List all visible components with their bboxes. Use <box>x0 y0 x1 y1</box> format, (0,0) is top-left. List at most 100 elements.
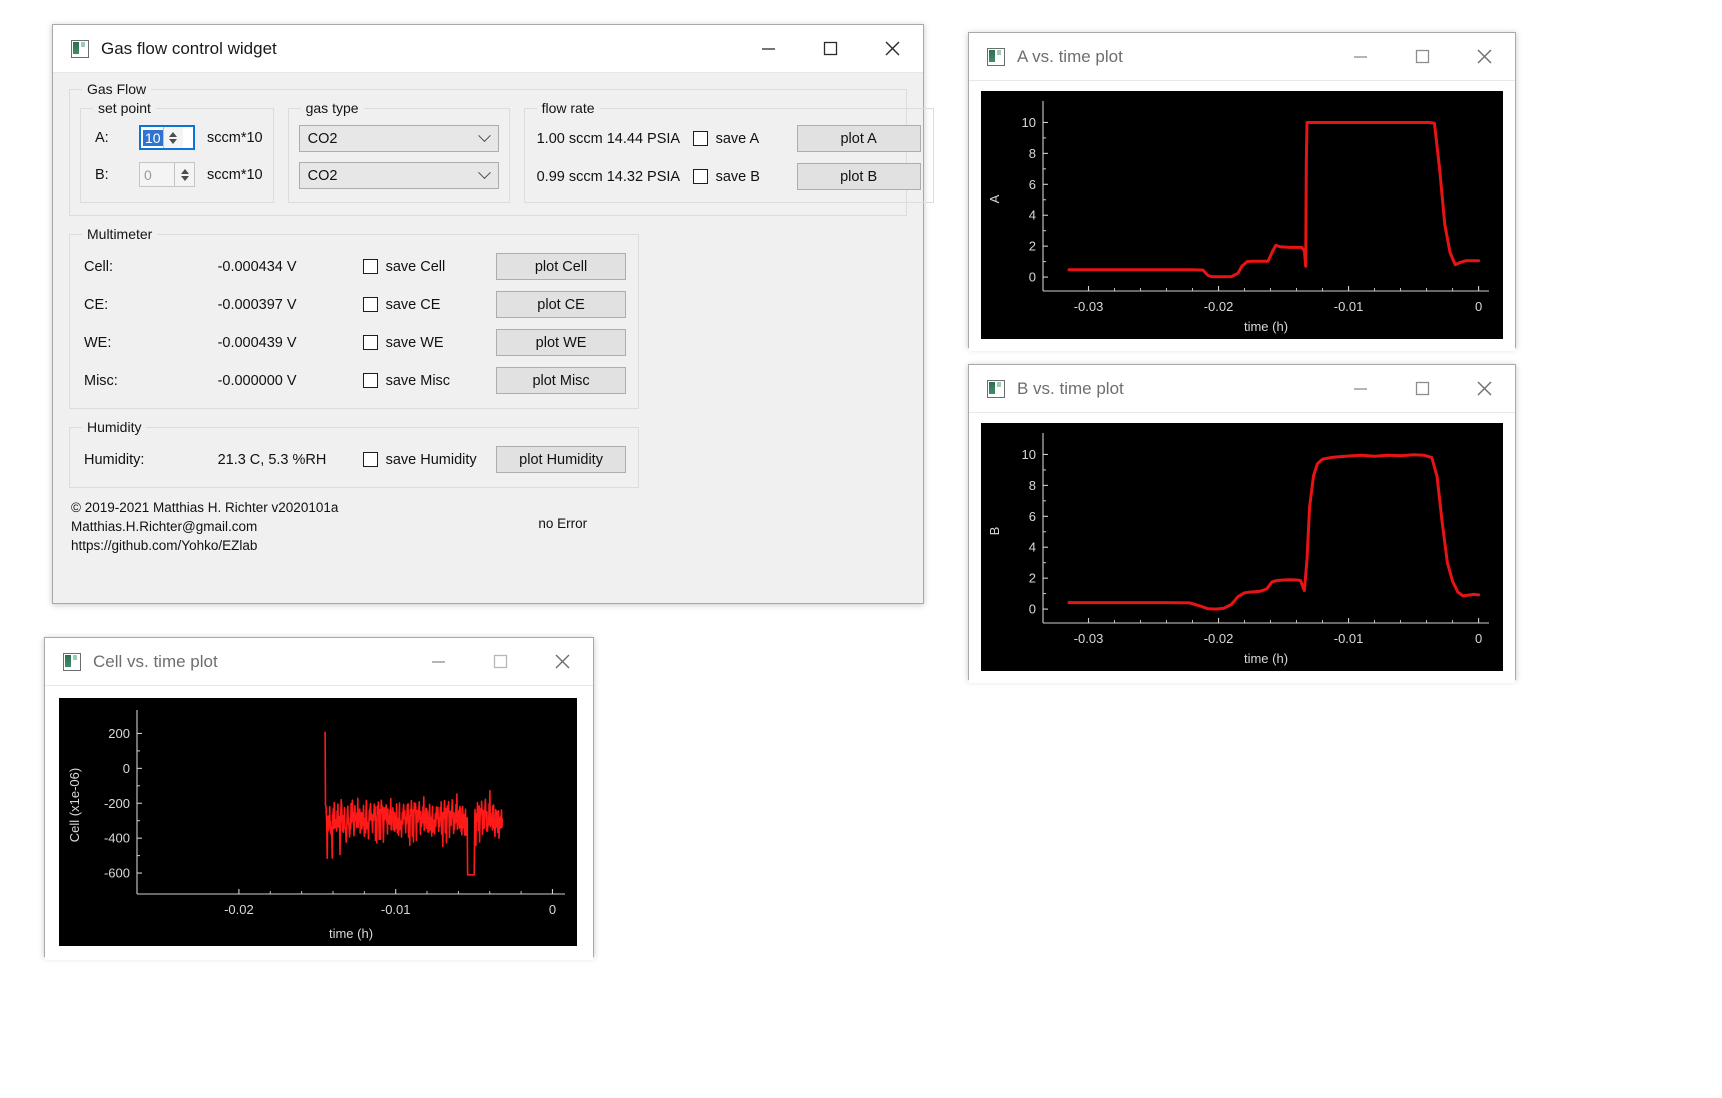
save-ce-checkbox-wrap[interactable]: save CE <box>362 296 497 313</box>
save-a-checkbox-wrap[interactable]: save A <box>692 130 797 147</box>
svg-text:A: A <box>987 194 1002 203</box>
svg-text:6: 6 <box>1029 177 1036 192</box>
multimeter-name-we: WE: <box>84 334 112 351</box>
plot-cell-button[interactable]: plot Cell <box>496 253 626 280</box>
save-a-checkbox[interactable] <box>692 131 708 146</box>
save-misc-checkbox-wrap[interactable]: save Misc <box>362 373 497 389</box>
main-body: Gas Flow set point A: 10 sccm*10 B: 0 sc… <box>53 81 934 565</box>
close-icon[interactable] <box>531 638 593 685</box>
gas-flow-group: Gas Flow set point A: 10 sccm*10 B: 0 sc… <box>69 81 934 216</box>
plot-b-button[interactable]: plot B <box>796 163 921 190</box>
set-point-label-b: B: <box>95 166 109 183</box>
close-icon[interactable] <box>1453 33 1515 80</box>
svg-text:0: 0 <box>123 761 130 776</box>
save-a-label: save A <box>715 130 760 147</box>
humidity-value: 21.3 C, 5.3 %RH <box>217 451 327 468</box>
set-point-stepper-a[interactable] <box>162 127 183 148</box>
save-cell-label: save Cell <box>385 258 446 275</box>
gas-type-value-a: CO2 <box>307 130 338 147</box>
svg-text:-0.02: -0.02 <box>1204 631 1234 646</box>
table-row: CE: -0.000397 V save CE plot CE <box>84 291 626 318</box>
multimeter-group: Multimeter Cell: -0.000434 V save Cell p… <box>69 226 639 409</box>
minimize-icon[interactable] <box>737 25 799 72</box>
multimeter-name-ce: CE: <box>84 296 109 313</box>
set-point-unit-b: sccm*10 <box>207 166 263 183</box>
save-cell-checkbox-wrap[interactable]: save Cell <box>362 258 497 275</box>
close-icon[interactable] <box>861 25 923 72</box>
plot-we-button[interactable]: plot WE <box>496 329 626 356</box>
set-point-input-b[interactable]: 0 <box>139 162 195 187</box>
gas-type-legend: gas type <box>300 100 364 116</box>
svg-text:10: 10 <box>1022 447 1036 462</box>
save-b-checkbox[interactable] <box>692 169 708 184</box>
plot-a-chart[interactable]: 0 2 4 6 8 10 -0.03 -0.02 -0.01 0 Atime (h) <box>981 91 1503 339</box>
gas-type-select-b[interactable]: CO2 <box>298 162 499 189</box>
maximize-icon[interactable] <box>799 25 861 72</box>
plot-cell-chart[interactable]: 200 0 -200 -400 -600 -0.02 -0.01 0 Cell (x1e-06)… <box>59 698 577 946</box>
plot-a-window[interactable]: A vs. time plot 0 2 4 6 8 10 -0.03 -0.02 -0.01 0 A… <box>968 32 1516 351</box>
flow-rate-row-a: 1.00 sccm 14.44 PSIA save A plot A <box>537 125 921 152</box>
svg-text:-0.02: -0.02 <box>1204 299 1234 314</box>
app-icon <box>71 39 89 58</box>
save-b-checkbox-wrap[interactable]: save B <box>692 168 797 185</box>
svg-text:0: 0 <box>1475 631 1482 646</box>
app-icon <box>63 652 81 671</box>
set-point-value-a[interactable]: 10 <box>143 129 163 146</box>
plot-b-title: B vs. time plot <box>1017 378 1124 398</box>
maximize-icon[interactable] <box>1391 365 1453 412</box>
table-row: Cell: -0.000434 V save Cell plot Cell <box>84 253 626 280</box>
set-point-label-a: A: <box>95 129 109 146</box>
save-humidity-checkbox-wrap[interactable]: save Humidity <box>362 452 497 468</box>
svg-text:-400: -400 <box>104 831 130 846</box>
save-misc-checkbox[interactable] <box>362 373 378 388</box>
minimize-icon[interactable] <box>1329 33 1391 80</box>
plot-b-window-controls <box>1329 365 1515 412</box>
svg-text:0: 0 <box>1475 299 1482 314</box>
plot-a-titlebar[interactable]: A vs. time plot <box>969 33 1515 81</box>
multimeter-name-cell: Cell: <box>84 258 114 275</box>
window-controls <box>737 25 923 72</box>
save-we-checkbox[interactable] <box>362 335 378 350</box>
set-point-unit-a: sccm*10 <box>207 129 263 146</box>
svg-text:B: B <box>987 527 1002 536</box>
humidity-name: Humidity: <box>84 451 145 468</box>
main-titlebar[interactable]: Gas flow control widget <box>53 25 923 73</box>
svg-text:200: 200 <box>108 726 130 741</box>
plot-b-window[interactable]: B vs. time plot 0 2 4 6 8 10 -0.03 -0.02 -0.01 0 B… <box>968 364 1516 683</box>
minimize-icon[interactable] <box>407 638 469 685</box>
save-we-checkbox-wrap[interactable]: save WE <box>362 335 497 351</box>
save-ce-label: save CE <box>385 296 441 313</box>
gas-flow-control-window[interactable]: Gas flow control widget Gas Flow set poi… <box>52 24 934 604</box>
maximize-icon[interactable] <box>469 638 531 685</box>
table-row: WE: -0.000439 V save WE plot WE <box>84 329 626 356</box>
plot-a-canvas-wrap: 0 2 4 6 8 10 -0.03 -0.02 -0.01 0 Atime (h) <box>969 81 1515 351</box>
save-humidity-checkbox[interactable] <box>362 452 378 467</box>
humidity-group: Humidity Humidity: 21.3 C, 5.3 %RH save … <box>69 419 639 488</box>
footer: © 2019-2021 Matthias H. Richter v2020101… <box>69 488 907 555</box>
plot-b-chart[interactable]: 0 2 4 6 8 10 -0.03 -0.02 -0.01 0 Btime (h) <box>981 423 1503 671</box>
plot-cell-title: Cell vs. time plot <box>93 651 218 671</box>
maximize-icon[interactable] <box>1391 33 1453 80</box>
svg-text:10: 10 <box>1022 115 1036 130</box>
set-point-stepper-b[interactable] <box>174 163 194 186</box>
set-point-input-a[interactable]: 10 <box>139 125 195 150</box>
save-cell-checkbox[interactable] <box>362 259 378 274</box>
multimeter-value-we: -0.000439 V <box>217 334 297 351</box>
chevron-down-icon[interactable] <box>472 171 498 180</box>
svg-text:-0.02: -0.02 <box>224 902 254 917</box>
close-icon[interactable] <box>1453 365 1515 412</box>
gas-type-select-a[interactable]: CO2 <box>298 125 499 152</box>
svg-text:-0.03: -0.03 <box>1074 299 1104 314</box>
set-point-value-b[interactable]: 0 <box>140 167 174 183</box>
plot-ce-button[interactable]: plot CE <box>496 291 626 318</box>
plot-misc-button[interactable]: plot Misc <box>496 367 626 394</box>
save-ce-checkbox[interactable] <box>362 297 378 312</box>
plot-cell-titlebar[interactable]: Cell vs. time plot <box>45 638 593 686</box>
plot-b-titlebar[interactable]: B vs. time plot <box>969 365 1515 413</box>
plot-humidity-button[interactable]: plot Humidity <box>496 446 626 473</box>
chevron-down-icon[interactable] <box>472 134 498 143</box>
plot-a-button[interactable]: plot A <box>796 125 921 152</box>
minimize-icon[interactable] <box>1329 365 1391 412</box>
save-b-label: save B <box>715 168 760 185</box>
plot-cell-window[interactable]: Cell vs. time plot 200 0 -200 -400 -600 -0.02… <box>44 637 594 960</box>
